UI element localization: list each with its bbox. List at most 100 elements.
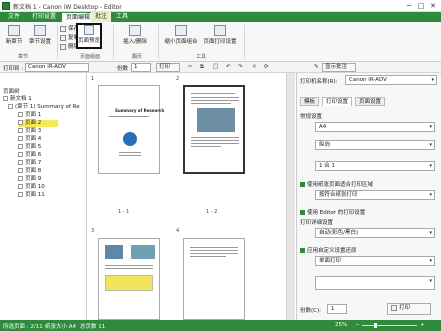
vertical-scrollbar[interactable] xyxy=(286,73,295,320)
printer-name-label: 打印机名称(R): xyxy=(300,79,338,85)
text-line xyxy=(191,137,239,138)
maximize-button[interactable]: □ xyxy=(415,1,427,11)
chevron-down-icon: ▾ xyxy=(429,124,432,130)
tab-print-settings-panel[interactable]: 打印设置 xyxy=(322,97,353,106)
chapter-settings-button[interactable]: 章节设置 xyxy=(28,25,52,45)
status-bar: 所选页面 : 2/11 纸张大小 A4 总页数 11 25% − + xyxy=(0,320,441,331)
page-icon xyxy=(18,176,23,181)
document-icon xyxy=(3,96,8,101)
minimize-button[interactable]: ─ xyxy=(403,1,415,11)
tree-item-page[interactable]: 页面 11 xyxy=(18,192,45,199)
tree-item-page[interactable]: 页面 1 xyxy=(18,112,41,119)
print-button[interactable]: 打印 xyxy=(156,63,180,72)
checkbox-checked-icon xyxy=(300,210,305,215)
chevron-down-icon: ▾ xyxy=(429,230,432,236)
photo-graphic xyxy=(197,108,235,132)
custom-default-checkbox[interactable]: 应用自定义设置还原 xyxy=(300,246,357,254)
fit-checkbox[interactable]: 使用纸张页面适合打印区域 xyxy=(300,180,373,188)
table-graphic xyxy=(105,275,153,291)
shrink-pages-button[interactable]: 缩小页面组合 xyxy=(162,25,200,45)
close-button[interactable]: ✕ xyxy=(427,1,439,11)
ribbon-separator xyxy=(244,25,245,59)
print-panel-button[interactable]: 打印 xyxy=(387,303,431,315)
copy-tool-icon[interactable]: ⧉ xyxy=(200,64,204,71)
copies-field[interactable]: 1 xyxy=(131,63,151,72)
insert-delete-button[interactable]: 插入/删除 xyxy=(120,25,150,45)
page-thumbnail-4[interactable] xyxy=(183,238,245,320)
paper-size-select[interactable]: A4 ▾ xyxy=(315,122,435,132)
page-preview-icon xyxy=(84,25,94,35)
color-mode-select[interactable]: 自动(彩色/黑白) ▾ xyxy=(315,228,435,238)
cut-icon[interactable]: ✂ xyxy=(188,64,193,70)
tree-item-page[interactable]: 页面 10 xyxy=(18,184,45,191)
section-detail-title: 打印详细设置 xyxy=(300,220,334,226)
zoom-slider[interactable] xyxy=(362,325,417,326)
redo-icon[interactable]: ↷ xyxy=(238,64,243,70)
annotation-icon: ✎ xyxy=(314,64,319,70)
group-insert-label: 翻页 xyxy=(132,54,143,60)
printer-icon xyxy=(391,304,397,311)
tab-file[interactable]: 文件 xyxy=(4,12,24,22)
section-basic-title: 常规设置 xyxy=(300,114,323,120)
tree-item-page[interactable]: 页面 7 xyxy=(18,160,41,167)
printer-name-select[interactable]: Canon iR-ADV ▾ xyxy=(345,75,437,85)
tree-item-document[interactable]: 新文档 1 xyxy=(3,96,32,103)
print-toolbar: 打印到 : Canon iR-ADV 份数 1 打印 ✂ ⧉ 📋 ↶ ↷ ✕ ⟳… xyxy=(0,62,441,73)
tab-page-edit[interactable]: 页面编辑 xyxy=(61,12,96,22)
ribbon-separator xyxy=(57,25,58,59)
more-options-select[interactable]: ▾ xyxy=(315,276,435,290)
tree-item-chapter[interactable]: (章节 1) Summary of Re xyxy=(8,104,80,111)
tree-item-page-selected[interactable]: 页面 2 xyxy=(18,120,58,127)
page-icon xyxy=(18,168,23,173)
zoom-in-icon[interactable]: + xyxy=(420,322,425,328)
tree-item-page[interactable]: 页面 5 xyxy=(18,144,41,151)
page-print-settings-button[interactable]: 页面打印设置 xyxy=(201,25,239,45)
page-thumbnails-area: 1 Summary of Research 1 - 1 2 1 - 2 3 4 xyxy=(88,73,295,320)
zoom-slider-thumb[interactable] xyxy=(374,323,377,328)
new-chapter-icon xyxy=(8,25,20,36)
tree-item-page[interactable]: 页面 3 xyxy=(18,128,41,135)
paste-tool-icon[interactable]: 📋 xyxy=(212,64,219,70)
ribbon-separator xyxy=(113,25,114,59)
status-paper-size: 纸张大小 A4 xyxy=(45,324,77,330)
text-line xyxy=(191,103,231,104)
page-thumbnail-2[interactable] xyxy=(183,85,245,174)
chevron-down-icon: ▾ xyxy=(429,192,432,198)
page-tree-panel: 页面树 新文档 1 (章节 1) Summary of Re 页面 1 页面 2… xyxy=(0,73,87,320)
page-caption: 1 - 1 xyxy=(118,209,130,215)
page-thumbnail-3[interactable] xyxy=(98,238,160,320)
page-preview-button[interactable]: 页面预览 xyxy=(78,25,100,44)
page-icon xyxy=(18,112,23,117)
tab-tools[interactable]: 工具 xyxy=(112,12,132,22)
group-tools-label: 工具 xyxy=(196,54,207,60)
page-thumbnail-1[interactable]: Summary of Research xyxy=(98,85,164,174)
copies-panel-field[interactable]: 1 xyxy=(327,304,347,314)
window-title: 新文档 1 - Canon iW Desktop - Editor xyxy=(13,4,122,11)
fit-option-select[interactable]: 按符合纸张打印 ▾ xyxy=(315,190,435,200)
text-line xyxy=(191,100,239,101)
page-icon xyxy=(18,152,23,157)
nup-select[interactable]: 1 合 1 ▾ xyxy=(315,161,435,171)
text-line xyxy=(119,155,141,156)
tab-template[interactable]: 模板 xyxy=(300,97,320,106)
tree-item-page[interactable]: 页面 9 xyxy=(18,176,41,183)
printer-select[interactable]: Canon iR-ADV xyxy=(25,63,89,72)
tree-item-page[interactable]: 页面 8 xyxy=(18,168,41,175)
tab-print-settings[interactable]: 打印设置 xyxy=(28,12,60,22)
tab-page-settings[interactable]: 页面设置 xyxy=(355,97,386,106)
rotate-icon[interactable]: ⟳ xyxy=(264,64,269,70)
display-annotations-button[interactable]: 显示批注 xyxy=(322,63,356,72)
orientation-select[interactable]: 纵向 ▾ xyxy=(315,140,435,150)
tree-item-page[interactable]: 页面 4 xyxy=(18,136,41,143)
zoom-out-icon[interactable]: − xyxy=(355,322,360,328)
text-line xyxy=(190,247,238,248)
duplex-select[interactable]: 单面打印 ▾ xyxy=(315,256,435,266)
delete-tool-icon[interactable]: ✕ xyxy=(252,64,257,70)
tab-annotation[interactable]: 批注 xyxy=(91,12,112,22)
undo-icon[interactable]: ↶ xyxy=(226,64,231,70)
text-line xyxy=(109,116,149,117)
editor-settings-checkbox[interactable]: 使用 Editor 的打印设置 xyxy=(300,208,365,216)
text-line xyxy=(119,152,141,153)
new-chapter-button[interactable]: 新章节 xyxy=(4,25,24,45)
tree-item-page[interactable]: 页面 6 xyxy=(18,152,41,159)
